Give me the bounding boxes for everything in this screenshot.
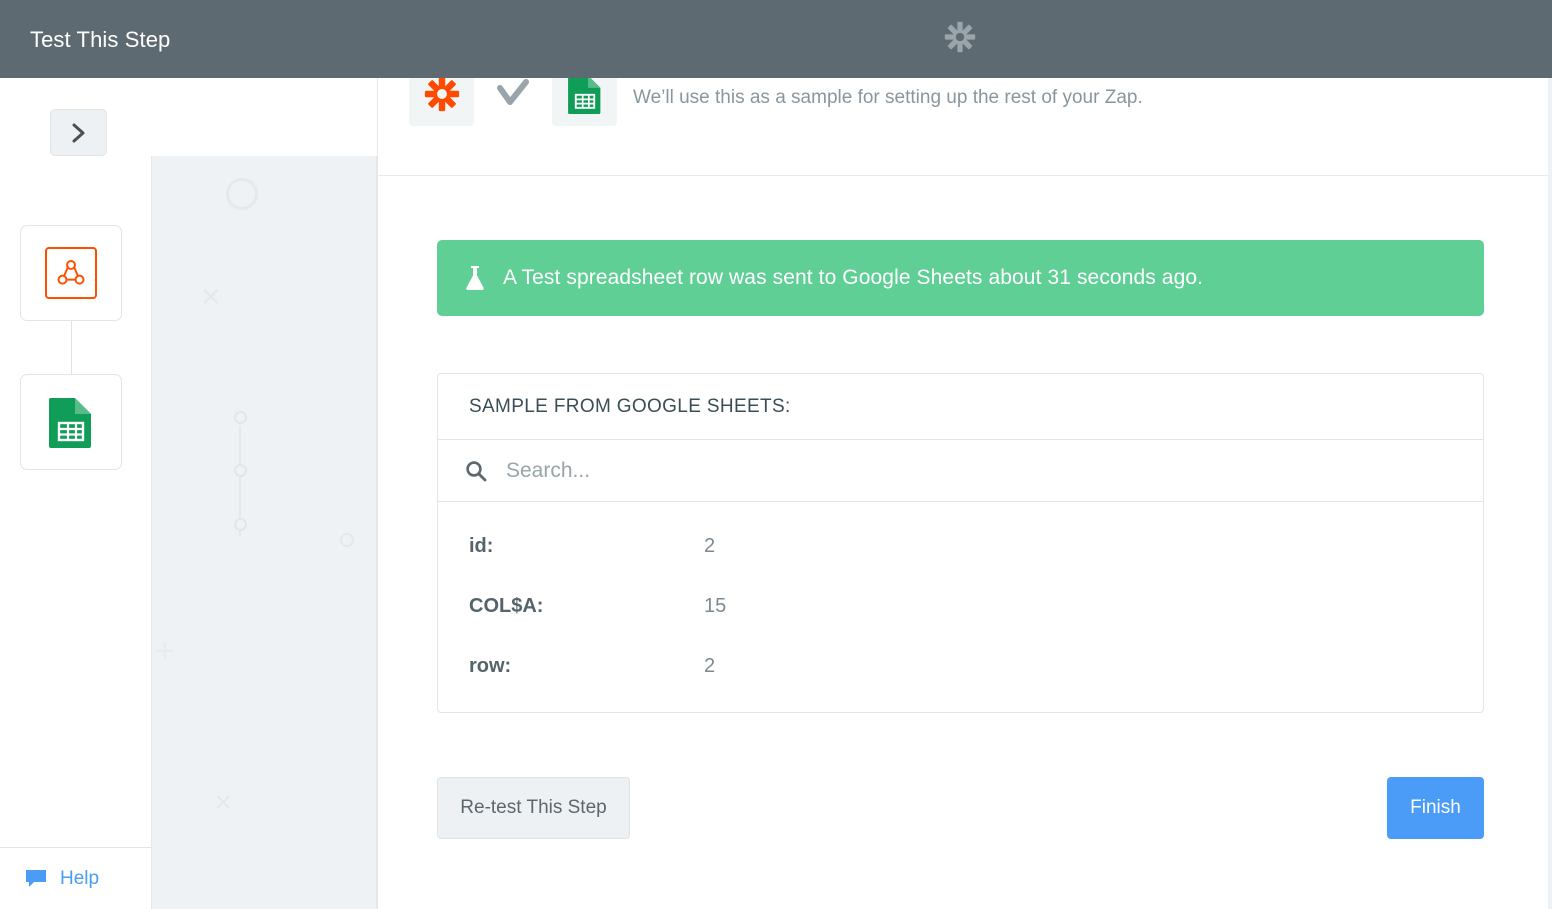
sidebar-step-webhooks[interactable]	[20, 225, 122, 321]
expand-sidebar-button[interactable]	[50, 109, 107, 156]
zap-editor-canvas: ✕ + ✕	[151, 156, 377, 909]
success-banner-text: A Test spreadsheet row was sent to Googl…	[503, 266, 1204, 289]
sample-card-title: SAMPLE FROM GOOGLE SHEETS:	[438, 374, 1483, 440]
search-icon	[466, 460, 487, 481]
decorative-ring-icon	[340, 533, 354, 547]
sample-field-value: 2	[704, 534, 716, 557]
zapier-asterisk-icon	[944, 21, 976, 53]
zapier-asterisk-icon	[424, 76, 459, 111]
help-label: Help	[60, 867, 100, 889]
decorative-x-icon: ✕	[200, 282, 222, 312]
decorative-node-icon	[234, 518, 247, 531]
chevron-right-icon	[72, 123, 84, 142]
decorative-x-icon: ✕	[214, 790, 233, 815]
decorative-node-icon	[234, 411, 247, 424]
sample-search-row[interactable]	[438, 440, 1483, 502]
app-root: ✕ + ✕ Help We’ll use this as a sample fo…	[0, 0, 1552, 909]
sample-field-key: row:	[469, 654, 512, 677]
top-bar: Test This Step	[0, 0, 1552, 78]
sample-field-list: id: 2 COL$A: 15 row: 2	[438, 502, 1483, 696]
flask-icon	[466, 266, 484, 290]
decorative-plus-icon: +	[155, 632, 175, 670]
sidebar-step-google-sheets[interactable]	[20, 374, 122, 470]
sample-field-key: id:	[469, 534, 494, 557]
sample-field-row: COL$A: 15	[438, 576, 1483, 636]
top-bar-title: Test This Step	[30, 27, 171, 52]
decorative-ring-icon	[226, 178, 258, 210]
success-banner: A Test spreadsheet row was sent to Googl…	[437, 240, 1484, 316]
test-step-body: A Test spreadsheet row was sent to Googl…	[378, 176, 1552, 909]
step-list	[20, 225, 122, 470]
chat-bubble-icon	[26, 869, 46, 887]
search-input[interactable]	[504, 457, 1370, 484]
sample-field-row: id: 2	[438, 516, 1483, 576]
step-connector-line	[70, 321, 72, 374]
google-sheets-icon	[567, 75, 600, 114]
left-rail: Help	[0, 78, 151, 909]
sample-field-key: COL$A:	[469, 594, 544, 617]
help-link[interactable]: Help	[0, 847, 151, 909]
sample-field-value: 15	[704, 594, 727, 617]
finish-button[interactable]: Finish	[1387, 777, 1484, 839]
test-step-panel: Test Was Successful! We’ll use this as a…	[377, 0, 1552, 909]
right-edge-strip	[1548, 78, 1552, 909]
webhook-icon	[45, 247, 97, 299]
google-sheets-icon	[49, 398, 91, 448]
sample-field-value: 2	[704, 654, 716, 677]
retest-step-button[interactable]: Re-test This Step	[437, 777, 630, 839]
sample-data-card: SAMPLE FROM GOOGLE SHEETS: id: 2	[437, 373, 1484, 713]
page-subtitle: We’ll use this as a sample for setting u…	[633, 86, 1143, 108]
decorative-node-icon	[234, 464, 247, 477]
sample-field-row: row: 2	[438, 636, 1483, 696]
check-icon	[497, 78, 529, 105]
panel-footer-actions: Re-test This Step Finish	[437, 777, 1484, 853]
